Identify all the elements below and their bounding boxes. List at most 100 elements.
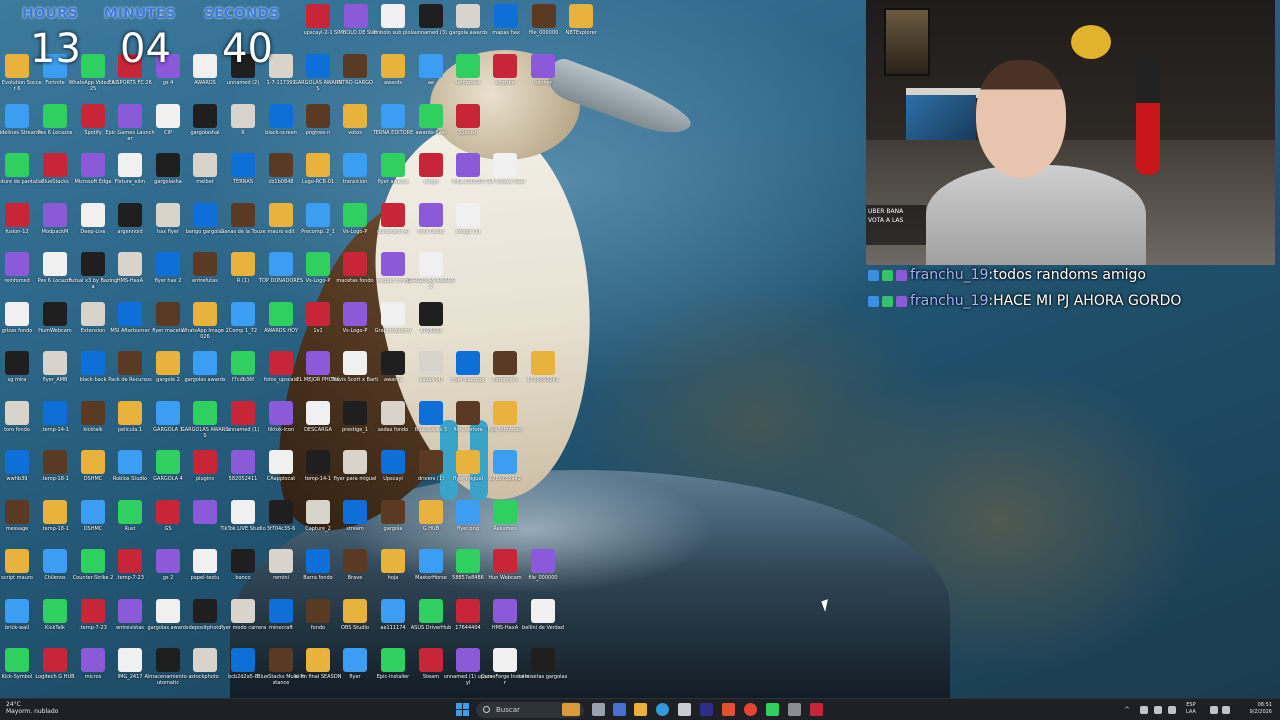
file-icon [531,4,556,28]
file-icon [306,54,330,78]
file-icon [81,252,105,276]
webcam-monitor [906,95,976,140]
file-icon [43,549,67,573]
file-icon [343,54,367,78]
desktop-icon[interactable]: bellini de Verdad [518,598,568,631]
file-icon [456,103,480,128]
stream-timer: HOURS MINUTES SECONDS 13 04 40 [0,0,290,72]
file-icon [381,351,405,375]
wifi-icon[interactable] [1210,706,1218,714]
file-icon [343,301,367,326]
file-icon [193,648,217,672]
chat-username: franchu_19 [910,267,989,283]
widgets-icon[interactable] [613,703,626,716]
tray-app-icon[interactable] [1168,706,1176,714]
desktop-icon[interactable]: Resumen [480,499,530,532]
start-button[interactable] [456,703,469,716]
file-icon [156,153,180,177]
lang-line: LAA [1186,709,1196,715]
brave-icon[interactable] [722,703,735,716]
file-icon [118,202,142,227]
calculator-icon[interactable] [678,703,691,716]
file-icon [193,598,217,623]
moderator-badge-icon [868,269,879,281]
file-icon [269,648,293,672]
file-icon [419,549,443,573]
file-icon [156,301,180,326]
chevron-up-icon[interactable]: ^ [1124,706,1132,714]
desktop-icon[interactable]: file_000000 [518,549,568,581]
file-icon [343,351,367,375]
desktop-icon[interactable]: banner [518,54,568,86]
file-icon [81,153,105,177]
webcam-chat-overlay: UBER BANA VOTA A LAS [866,205,926,245]
file-icon [343,153,367,177]
desktop-icon[interactable]: camisetas gargolas [518,648,568,680]
file-icon [456,153,480,177]
file-icon [118,301,142,326]
premiere-icon[interactable] [700,703,713,716]
windows-logo-icon [456,703,462,709]
kick-icon[interactable] [766,703,779,716]
file-icon [231,301,255,326]
app-icon[interactable] [810,703,823,716]
file-icon [418,4,443,28]
file-icon [5,648,29,672]
file-icon [456,549,480,573]
file-icon [5,252,29,276]
file-icon [419,54,443,78]
moderator-badge-icon [868,295,879,307]
system-tray: ^ ESP LAA 08:51 9/2/2026 [1120,699,1280,720]
file-icon [118,648,142,672]
file-icon [81,598,105,623]
file-icon [343,202,367,227]
file-icon [381,301,405,326]
file-icon [193,450,217,474]
desktop-icon[interactable]: Spanish [443,103,493,136]
tray-app-icon[interactable] [1140,706,1148,714]
desktop-icon[interactable]: image (1) [443,202,493,235]
file-explorer-icon[interactable] [634,703,647,716]
chrome-icon[interactable] [744,703,757,716]
file-icon [381,499,405,524]
file-icon [156,252,180,276]
file-icon [156,499,180,524]
file-icon [231,252,255,276]
file-icon [493,450,517,474]
file-icon [5,153,29,177]
timer-minutes-label: MINUTES [104,6,176,22]
obs-icon[interactable] [788,703,801,716]
file-icon [306,598,330,623]
file-icon [5,450,29,474]
timer-minutes: 04 [120,26,171,72]
desktop-icon-label: Spanish [458,129,478,136]
file-icon [493,400,517,425]
file-icon [419,153,443,177]
desktop-icon[interactable]: Cell Videos Reel [480,153,530,185]
file-icon [306,301,330,326]
clock[interactable]: 08:51 9/2/2026 [1250,702,1272,716]
taskbar: 24°C Mayorm. nublado Buscar ^ ESP LAA 08… [0,698,1280,720]
desktop-icon[interactable]: NBTExplorer [556,4,606,36]
file-icon [5,400,29,425]
desktop-icon[interactable]: 1769735942 [480,450,530,482]
file-icon [419,450,443,474]
tray-app-icon[interactable] [1154,706,1162,714]
volume-icon[interactable] [1222,706,1230,714]
weather-widget[interactable]: 24°C Mayorm. nublado [6,701,58,715]
desktop-icon[interactable]: 1768592 [406,301,456,334]
language-indicator[interactable]: ESP LAA [1186,702,1196,716]
desktop-icon[interactable]: GARGOLAS AWARDS [406,252,456,290]
desktop-icon[interactable]: Mas informaci [480,400,530,433]
file-icon [306,351,330,375]
file-icon [306,400,330,425]
lang-line: ESP [1186,702,1196,708]
file-icon [419,202,443,227]
file-icon [381,252,405,276]
desktop-icon[interactable]: 1768593161 [518,351,568,383]
file-icon [43,103,67,128]
edge-icon[interactable] [656,703,669,716]
file-icon [156,103,180,128]
file-icon [306,103,330,128]
task-view-icon[interactable] [592,703,605,716]
